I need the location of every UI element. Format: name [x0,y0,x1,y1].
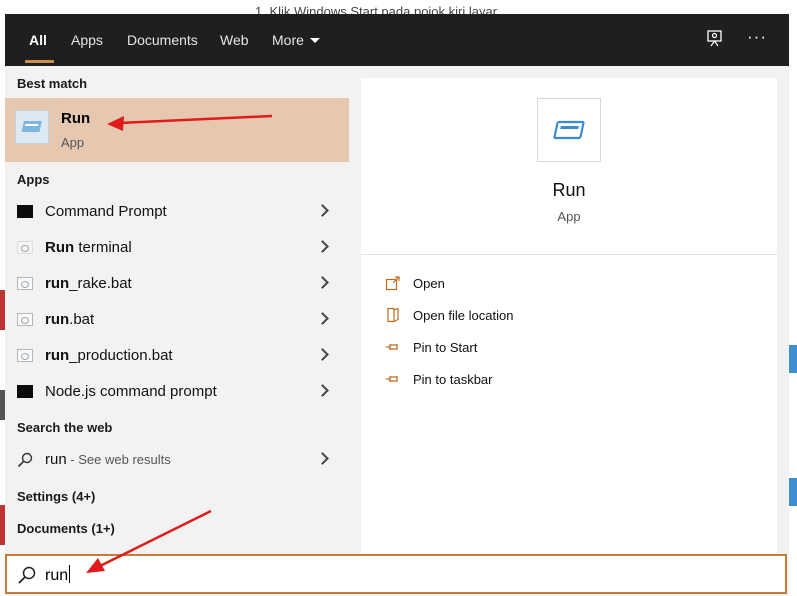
action-pin-to-taskbar[interactable]: Pin to taskbar [385,370,745,394]
preview-subtitle: App [557,209,581,224]
tab-more-label: More [272,32,304,48]
web-search-result[interactable]: run - See web results [5,442,349,478]
preview-divider [361,254,777,255]
web-result-label: run - See web results [45,451,171,468]
app-result-label: run_production.bat [45,347,173,364]
tab-more[interactable]: More [272,32,320,48]
background-blue-bar [789,478,797,506]
documents-header[interactable]: Documents (1+) [17,521,115,536]
more-options-icon[interactable]: ··· [747,27,767,47]
pin-icon [385,371,401,387]
text-cursor [69,565,71,583]
app-result-label: Command Prompt [45,203,167,220]
action-open[interactable]: Open [385,274,745,298]
app-result-command-prompt[interactable]: Command Prompt [5,194,349,230]
search-input[interactable]: run [45,565,71,585]
run-app-icon [537,98,601,162]
app-result-run-production-bat[interactable]: run_production.bat [5,338,349,374]
app-result-label: run_rake.bat [45,275,132,292]
best-match-header: Best match [17,76,88,91]
search-icon [17,452,33,473]
apps-header: Apps [17,172,50,187]
chevron-right-icon[interactable] [316,204,329,217]
best-match-subtitle: App [61,135,85,150]
run-app-icon [15,110,49,144]
cmd-icon [17,205,33,218]
tab-all[interactable]: All [29,32,47,48]
app-result-label: run.bat [45,311,95,328]
open-icon [385,275,401,291]
pin-icon [385,339,401,355]
action-pin-to-start[interactable]: Pin to Start [385,338,745,362]
background-blue-bar [789,345,797,373]
search-icon [17,565,37,585]
search-box[interactable]: run [5,554,787,594]
batch-file-icon [17,313,33,326]
app-icon [17,241,33,254]
caret-down-icon [309,37,320,43]
app-result-run-rake-bat[interactable]: run_rake.bat [5,266,349,302]
start-search-window: All Apps Documents Web More ··· Best mat… [5,14,789,596]
tab-apps[interactable]: Apps [71,32,103,48]
action-label: Pin to taskbar [413,372,493,387]
batch-file-icon [17,349,33,362]
search-web-header: Search the web [17,420,113,435]
cmd-icon [17,385,33,398]
action-label: Open [413,276,445,291]
preview-pane: Run App Open Open file location Pin to S… [361,78,777,554]
app-result-run-terminal[interactable]: Run terminal [5,230,349,266]
chevron-right-icon[interactable] [316,240,329,253]
results-list: Best match Run App Apps Command Prompt R… [5,66,349,596]
best-match-title: Run [61,110,91,127]
search-top-bar: All Apps Documents Web More ··· [5,14,789,66]
app-result-run-bat[interactable]: run.bat [5,302,349,338]
preview-title: Run [552,180,586,200]
action-label: Pin to Start [413,340,478,355]
tab-web[interactable]: Web [220,32,249,48]
app-result-label: Node.js command prompt [45,383,217,400]
chevron-right-icon[interactable] [316,276,329,289]
app-result-label: Run terminal [45,239,132,256]
chevron-right-icon[interactable] [316,384,329,397]
chevron-right-icon[interactable] [316,312,329,325]
batch-file-icon [17,277,33,290]
tab-documents[interactable]: Documents [127,32,198,48]
settings-header[interactable]: Settings (4+) [17,489,95,504]
active-tab-indicator [25,60,54,63]
action-label: Open file location [413,308,514,323]
best-match-result[interactable]: Run App [5,98,349,162]
action-open-file-location[interactable]: Open file location [385,306,745,330]
file-location-icon [385,307,401,323]
chevron-right-icon[interactable] [316,452,329,465]
feedback-icon[interactable] [706,29,724,52]
app-result-nodejs-prompt[interactable]: Node.js command prompt [5,374,349,410]
chevron-right-icon[interactable] [316,348,329,361]
